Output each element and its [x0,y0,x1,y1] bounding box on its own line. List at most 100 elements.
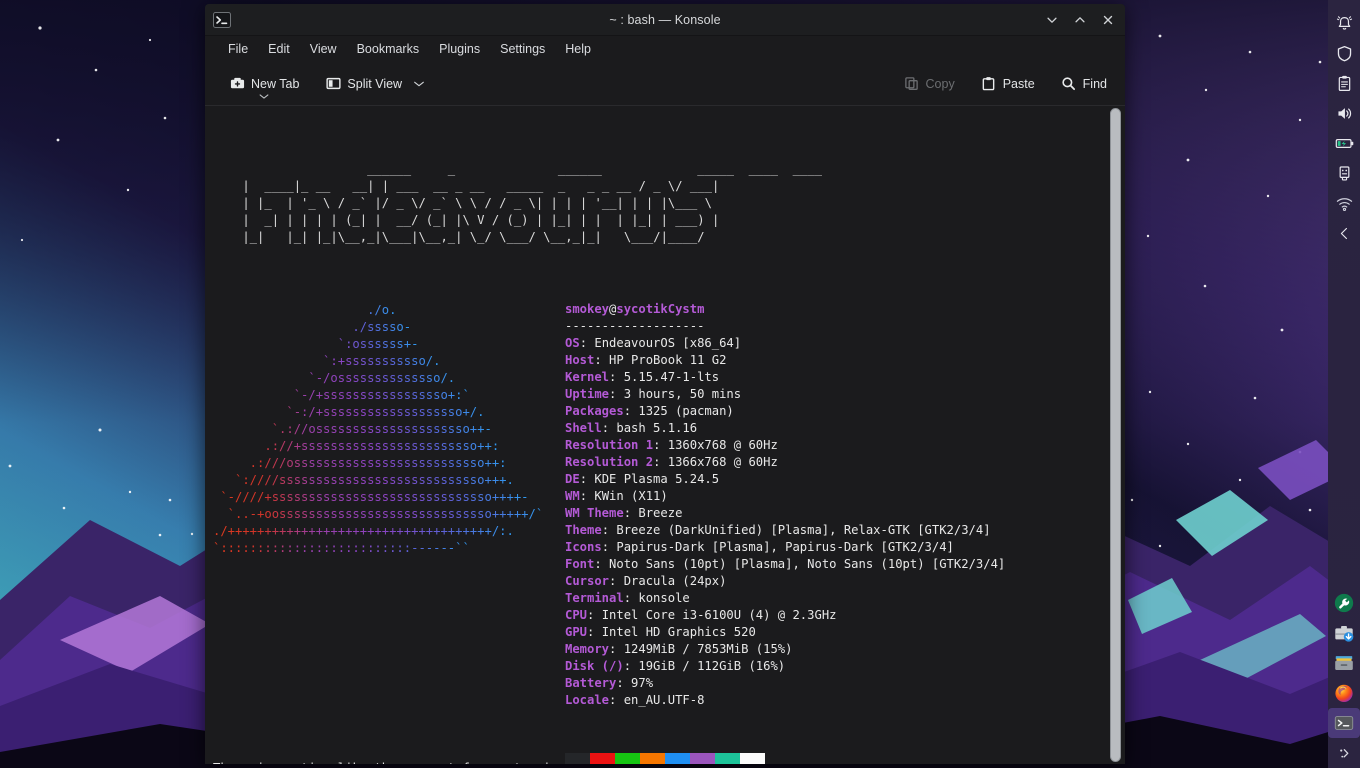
new-tab-chevron-down-icon[interactable] [259,87,270,105]
menu-edit[interactable]: Edit [259,39,299,59]
info-value: : Breeze [623,506,683,520]
menu-view[interactable]: View [301,39,346,59]
info-key: Terminal [565,591,624,605]
svg-text:`::::::::::::::::::::::::::---: `::::::::::::::::::::::::::------`` [213,541,470,555]
svg-text:`:ossssss+-: `:ossssss+- [213,337,418,351]
info-value: : EndeavourOS [x86_64] [579,336,742,350]
info-key: Shell [565,421,602,435]
info-value: : Intel Core i3-6100U (4) @ 2.3GHz [587,608,837,622]
info-key: Cursor [565,574,610,588]
info-key: Battery [565,676,617,690]
info-key: WM Theme [565,506,624,520]
shield-icon[interactable] [1328,38,1360,68]
neofetch-block: ./o. ./sssso- `:ossssss+- `:+sssssssssso… [213,301,1125,764]
info-key: WM [565,489,580,503]
battery-charging-icon[interactable] [1328,128,1360,158]
info-key: Disk (/) [565,659,624,673]
info-key: Resolution 1 [565,438,654,452]
normal-swatch [640,753,665,764]
normal-swatch [690,753,715,764]
minimize-button[interactable] [1039,7,1065,33]
normal-swatch [565,753,590,764]
info-key: Theme [565,523,602,537]
window-title: ~ : bash — Konsole [609,12,721,27]
info-key: Kernel [565,370,610,384]
info-value: : Intel HD Graphics 520 [587,625,756,639]
wrench-icon[interactable] [1328,588,1360,618]
toolbar[interactable]: New Tab Split View Copy Paste Find [205,62,1125,106]
info-value: : KDE Plasma 5.24.5 [579,472,720,486]
chevron-left-icon[interactable] [1328,218,1360,248]
neofetch-hostname: sycotikCystm [616,302,705,316]
split-view-chevron-down-icon[interactable] [413,80,425,88]
menu-file[interactable]: File [219,39,257,59]
search-icon [1061,76,1077,92]
info-value: : Dracula (24px) [609,574,727,588]
info-value: : 3 hours, 50 mins [609,387,742,401]
terminal-color-swatches [565,719,765,764]
info-value: : 1360x768 @ 60Hz [653,438,778,452]
info-key: CPU [565,608,588,622]
software-update-icon[interactable] [1328,618,1360,648]
notifications-icon[interactable] [1328,8,1360,38]
usb-device-icon[interactable] [1328,158,1360,188]
wifi-icon[interactable] [1328,188,1360,218]
info-value: : KWin (X11) [579,489,668,503]
close-button[interactable] [1095,7,1121,33]
menu-help[interactable]: Help [556,39,600,59]
info-key: OS [565,336,580,350]
info-key: Resolution 2 [565,455,654,469]
maximize-button[interactable] [1067,7,1093,33]
normal-swatch [740,753,765,764]
scrollbar-thumb[interactable] [1110,108,1121,762]
paste-button[interactable]: Paste [975,72,1041,96]
konsole-window[interactable]: ~ : bash — Konsole File Edit View Bookma… [205,4,1125,764]
info-value: : Noto Sans (10pt) [Plasma], Noto Sans (… [594,557,1006,571]
normal-swatch [715,753,740,764]
file-manager-icon[interactable] [1328,648,1360,678]
svg-text:`:////ssssssssssssssssssssssss: `:////ssssssssssssssssssssssssssso+++. [213,473,514,487]
info-key: Packages [565,404,624,418]
paste-label: Paste [1002,76,1035,91]
system-tray-panel[interactable] [1328,0,1360,768]
copy-button[interactable]: Copy [898,72,961,96]
neofetch-info: smokey@sycotikCystm ------------------- … [565,302,1006,707]
info-key: Memory [565,642,610,656]
menubar[interactable]: File Edit View Bookmarks Plugins Setting… [205,36,1125,62]
svg-text:./o.: ./o. [213,303,396,317]
svg-text:`-/ossssssssssssso/.: `-/ossssssssssssso/. [213,371,455,385]
info-value: : konsole [623,591,690,605]
svg-text:`.://osssssssssssssssssssso++-: `.://osssssssssssssssssssso++- [213,422,492,436]
terminal-icon [213,11,231,29]
terminal-taskbar-icon[interactable] [1328,708,1360,738]
endeavouros-logo-ascii: ./o. ./sssso- `:ossssss+- `:+sssssssssso… [213,303,543,555]
terminal-viewport[interactable]: ______ _ ______ _____ ____ ____ | ____|_… [205,106,1125,764]
split-view-button[interactable]: Split View [319,72,431,96]
svg-text:`-:/+sssssssssssssssssso+/.: `-:/+sssssssssssssssssso+/. [213,405,485,419]
svg-text:`:+sssssssssso/.: `:+sssssssssso/. [213,354,440,368]
terminal-scrollbar[interactable] [1110,108,1121,762]
info-value: : 1366x768 @ 60Hz [653,455,778,469]
info-value: : 19GiB / 112GiB (16%) [623,659,786,673]
svg-text:`-////+sssssssssssssssssssssss: `-////+ssssssssssssssssssssssssssssso+++… [213,490,529,504]
clipboard-icon[interactable] [1328,68,1360,98]
info-key: Icons [565,540,602,554]
menu-settings[interactable]: Settings [491,39,554,59]
info-key: Locale [565,693,610,707]
volume-icon[interactable] [1328,98,1360,128]
menu-bookmarks[interactable]: Bookmarks [348,39,429,59]
firefox-icon[interactable] [1328,678,1360,708]
normal-swatch [615,753,640,764]
terminal-output[interactable]: ______ _ ______ _____ ____ ____ | ____|_… [205,106,1125,764]
normal-swatch [665,753,690,764]
dots-arrow-icon[interactable] [1328,738,1360,768]
swatch-row-normal [565,753,765,764]
window-controls[interactable] [1039,7,1125,33]
find-button[interactable]: Find [1055,72,1113,96]
info-value: : 97% [616,676,654,690]
endeavouros-ascii-banner: ______ _ ______ _____ ____ ____ | ____|_… [213,162,823,244]
window-titlebar[interactable]: ~ : bash — Konsole [205,4,1125,36]
normal-swatch [590,753,615,764]
info-value: : HP ProBook 11 G2 [594,353,727,367]
menu-plugins[interactable]: Plugins [430,39,489,59]
